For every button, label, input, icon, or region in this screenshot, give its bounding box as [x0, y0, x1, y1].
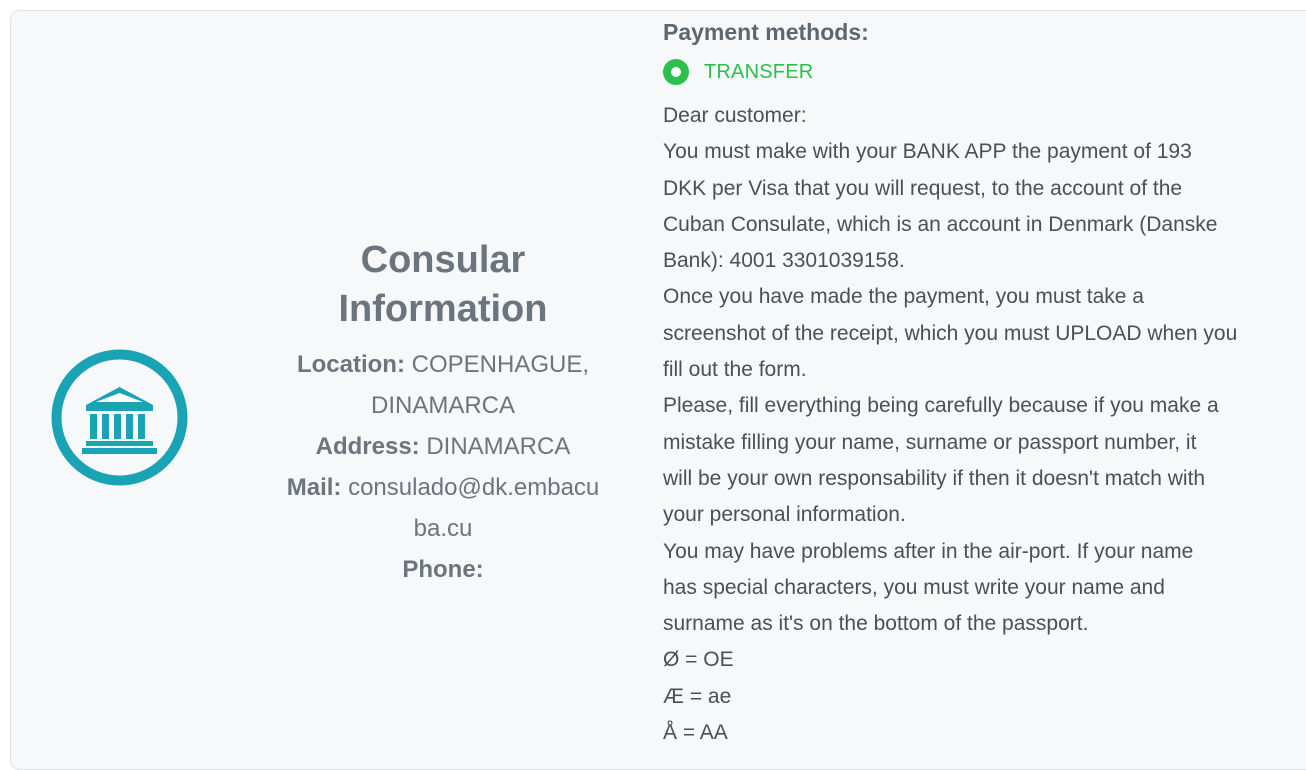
address-label: Address: — [315, 433, 420, 460]
payment-instructions: Dear customer: You must make with your B… — [663, 98, 1306, 751]
instruction-line: Dear customer: — [663, 104, 807, 127]
mail-value-cont: ba.cu — [413, 515, 473, 542]
mail-label: Mail: — [286, 474, 342, 501]
instruction-line: mistake filling your name, surname or pa… — [663, 430, 1197, 454]
instruction-line: fill out the form. — [663, 358, 807, 382]
consular-information: Consular Information Location: COPENHAGU… — [262, 236, 624, 590]
instruction-line: Cuban Consulate, which is an account in … — [663, 212, 1218, 236]
instruction-line: surname as it's on the bottom of the pas… — [663, 612, 1089, 636]
phone-label: Phone: — [402, 556, 484, 583]
bank-building-icon — [51, 349, 188, 486]
location-row: Location: COPENHAGUE, — [262, 344, 624, 385]
consular-title-line1: Consular — [360, 239, 526, 281]
payment-methods-title: Payment methods: — [663, 19, 869, 45]
phone-row: Phone: — [262, 549, 624, 590]
location-label: Location: — [296, 351, 405, 378]
instruction-line: You must make with your BANK APP the pay… — [663, 140, 1192, 164]
location-value: COPENHAGUE, — [411, 351, 590, 378]
consular-title-line2: Information — [338, 288, 548, 330]
mail-row: Mail: consulado@dk.embacu — [262, 467, 624, 508]
location-value-cont: DINAMARCA — [370, 392, 515, 419]
payment-option-label: TRANSFER — [704, 60, 814, 83]
instruction-line: DKK per Visa that you will request, to t… — [663, 176, 1183, 200]
instruction-line: Please, fill everything being carefully … — [663, 394, 1219, 418]
radio-selected-icon[interactable] — [663, 59, 689, 85]
instruction-line: has special characters, you must write y… — [663, 575, 1165, 599]
instruction-line: Once you have made the payment, you must… — [663, 285, 1144, 309]
mail-value: consulado@dk.embacu — [348, 474, 600, 501]
instruction-line: Bank): 4001 3301039158. — [663, 249, 905, 273]
instruction-line: Æ = ae — [663, 684, 732, 708]
payment-methods-section: Payment methods: TRANSFER Dear customer:… — [663, 14, 1306, 751]
instruction-line: will be your own responsability if then … — [663, 466, 1206, 490]
instruction-line: screenshot of the receipt, which you mus… — [663, 321, 1238, 345]
instruction-line: You may have problems after in the air-p… — [663, 539, 1194, 563]
address-value: DINAMARCA — [426, 433, 571, 460]
payment-option-transfer[interactable]: TRANSFER — [663, 58, 1306, 86]
instruction-line: Ø = OE — [663, 648, 734, 672]
address-row: Address: DINAMARCA — [262, 426, 624, 467]
instruction-line: Å = AA — [663, 721, 728, 745]
instruction-line: your personal information. — [663, 503, 906, 527]
consular-title: Consular Information — [262, 236, 624, 334]
